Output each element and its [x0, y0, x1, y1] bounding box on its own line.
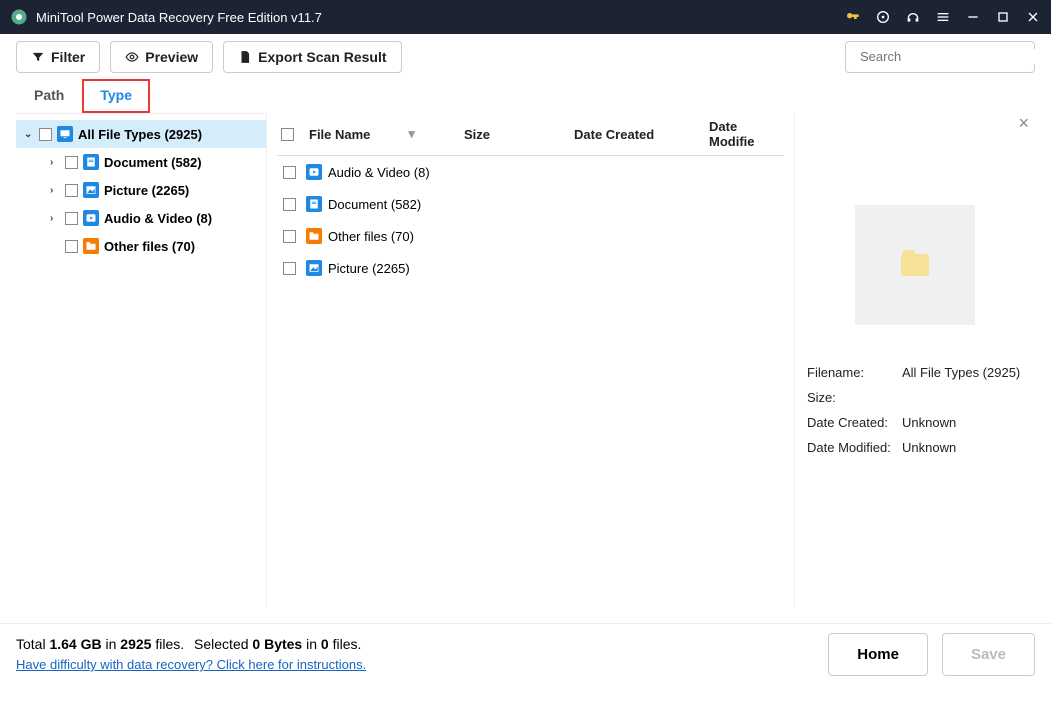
key-icon[interactable] — [845, 9, 861, 25]
doc-icon — [83, 154, 99, 170]
export-icon — [238, 50, 252, 64]
disc-icon[interactable] — [875, 9, 891, 25]
tree-item[interactable]: › Audio & Video (8) — [16, 204, 266, 232]
tree-item[interactable]: › Document (582) — [16, 148, 266, 176]
av-icon — [306, 164, 322, 180]
checkbox[interactable] — [283, 262, 296, 275]
av-icon — [83, 210, 99, 226]
pic-icon — [83, 182, 99, 198]
folder-icon — [901, 254, 929, 276]
export-label: Export Scan Result — [258, 49, 386, 65]
preview-button[interactable]: Preview — [110, 41, 213, 73]
export-button[interactable]: Export Scan Result — [223, 41, 401, 73]
tree-item-label: Audio & Video (8) — [104, 211, 212, 226]
pic-icon — [306, 260, 322, 276]
tab-type[interactable]: Type — [82, 79, 150, 113]
tree-item[interactable]: Other files (70) — [16, 232, 266, 260]
tree-root-label: All File Types (2925) — [78, 127, 202, 142]
help-link[interactable]: Have difficulty with data recovery? Clic… — [16, 655, 366, 676]
preview-label: Preview — [145, 49, 198, 65]
doc-icon — [306, 196, 322, 212]
size-label: Size: — [807, 390, 902, 405]
checkbox[interactable] — [39, 128, 52, 141]
tree-root[interactable]: ⌄ All File Types (2925) — [16, 120, 266, 148]
chevron-down-icon[interactable]: ⌄ — [24, 129, 34, 140]
col-filename[interactable]: File Name▾ — [309, 126, 464, 142]
left-panel: Path Type ⌄ All File Types (2925) › Docum… — [16, 79, 266, 607]
col-size[interactable]: Size — [464, 127, 574, 142]
close-details-icon[interactable]: × — [1018, 113, 1029, 134]
row-label: Picture (2265) — [328, 261, 410, 276]
row-label: Audio & Video (8) — [328, 165, 430, 180]
created-label: Date Created: — [807, 415, 902, 430]
filename-label: Filename: — [807, 365, 902, 380]
search-box — [845, 41, 1035, 73]
checkbox[interactable] — [283, 198, 296, 211]
toolbar: Filter Preview Export Scan Result — [0, 34, 1051, 79]
list-row[interactable]: Document (582) — [277, 188, 784, 220]
col-created[interactable]: Date Created — [574, 127, 709, 142]
checkbox[interactable] — [65, 156, 78, 169]
app-logo-icon — [10, 8, 28, 26]
chevron-right-icon[interactable]: › — [50, 185, 60, 196]
other-icon — [306, 228, 322, 244]
details-panel: × Filename: All File Types (2925) Size: … — [795, 113, 1035, 607]
chevron-right-icon[interactable]: › — [50, 157, 60, 168]
size-value — [902, 390, 1023, 405]
checkbox[interactable] — [65, 212, 78, 225]
tree-item-label: Document (582) — [104, 155, 202, 170]
file-tree: ⌄ All File Types (2925) ›Document (582)›… — [16, 114, 266, 266]
chevron-right-icon[interactable]: › — [50, 213, 60, 224]
window-title: MiniTool Power Data Recovery Free Editio… — [36, 10, 845, 25]
modified-label: Date Modified: — [807, 440, 902, 455]
checkbox[interactable] — [65, 184, 78, 197]
menu-icon[interactable] — [935, 9, 951, 25]
save-button[interactable]: Save — [942, 633, 1035, 676]
created-value: Unknown — [902, 415, 1023, 430]
selected-summary: Selected 0 Bytes in 0 files. — [194, 636, 361, 652]
sort-icon: ▾ — [408, 126, 415, 142]
footer: Total 1.64 GB in 2925 files. Selected 0 … — [0, 623, 1051, 685]
filter-label: Filter — [51, 49, 85, 65]
headphones-icon[interactable] — [905, 9, 921, 25]
list-row[interactable]: Picture (2265) — [277, 252, 784, 284]
filter-icon — [31, 50, 45, 64]
search-input[interactable] — [860, 49, 1036, 64]
select-all-checkbox[interactable] — [281, 128, 294, 141]
title-bar: MiniTool Power Data Recovery Free Editio… — [0, 0, 1051, 34]
col-modified[interactable]: Date Modifie — [709, 119, 780, 149]
row-label: Other files (70) — [328, 229, 414, 244]
tree-item[interactable]: › Picture (2265) — [16, 176, 266, 204]
list-row[interactable]: Other files (70) — [277, 220, 784, 252]
tree-item-label: Other files (70) — [104, 239, 195, 254]
checkbox[interactable] — [65, 240, 78, 253]
filter-button[interactable]: Filter — [16, 41, 100, 73]
row-label: Document (582) — [328, 197, 421, 212]
eye-icon — [125, 50, 139, 64]
filename-value: All File Types (2925) — [902, 365, 1023, 380]
home-button[interactable]: Home — [828, 633, 928, 676]
total-summary: Total 1.64 GB in 2925 files. — [16, 636, 184, 652]
maximize-icon[interactable] — [995, 9, 1011, 25]
thumbnail — [855, 205, 975, 325]
tree-item-label: Picture (2265) — [104, 183, 189, 198]
list-row[interactable]: Audio & Video (8) — [277, 156, 784, 188]
modified-value: Unknown — [902, 440, 1023, 455]
minimize-icon[interactable] — [965, 9, 981, 25]
checkbox[interactable] — [283, 166, 296, 179]
close-icon[interactable] — [1025, 9, 1041, 25]
tab-path[interactable]: Path — [16, 79, 82, 113]
monitor-icon — [57, 126, 73, 142]
list-header: File Name▾ Size Date Created Date Modifi… — [277, 113, 784, 156]
other-icon — [83, 238, 99, 254]
file-list-panel: File Name▾ Size Date Created Date Modifi… — [266, 113, 795, 607]
checkbox[interactable] — [283, 230, 296, 243]
